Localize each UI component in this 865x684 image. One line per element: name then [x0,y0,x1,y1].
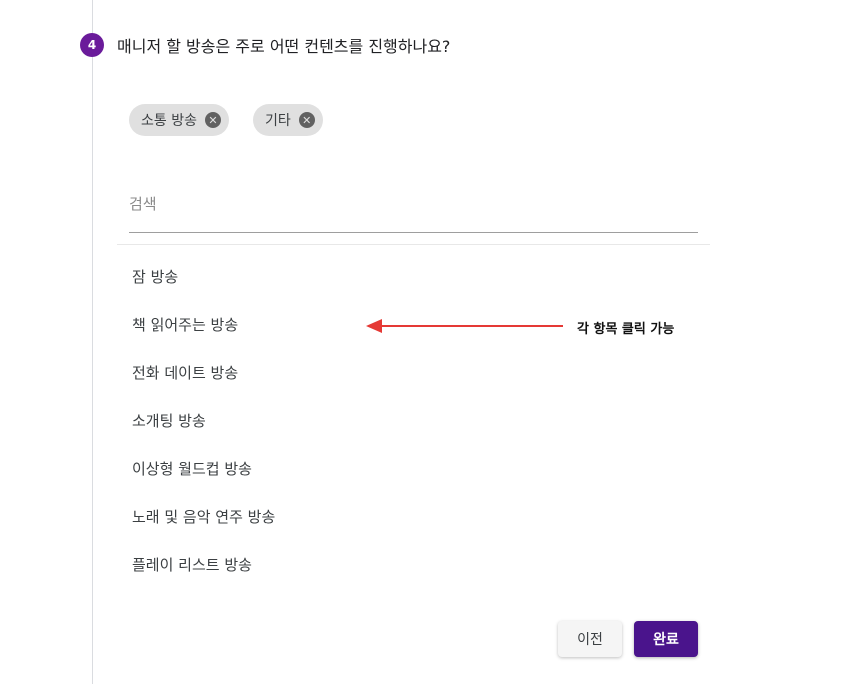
chip-기타: 기타 ✕ [252,104,323,136]
option-item[interactable]: 노래 및 음악 연주 방송 [117,492,710,540]
close-circle-icon[interactable]: ✕ [204,112,221,128]
chip-소통-방송: 소통 방송 ✕ [129,104,229,136]
done-button[interactable]: 완료 [634,621,698,657]
search-input[interactable] [129,186,698,222]
stepper-line-top [92,0,93,36]
option-item[interactable]: 소개팅 방송 [117,396,710,444]
option-item[interactable]: 이상형 월드컵 방송 [117,444,710,492]
step-number-badge: 4 [80,33,104,57]
prev-button[interactable]: 이전 [558,621,622,657]
option-item[interactable]: 전화 데이트 방송 [117,348,710,396]
option-list: 잠 방송 책 읽어주는 방송 전화 데이트 방송 소개팅 방송 이상형 월드컵 … [117,252,710,588]
option-item[interactable]: 잠 방송 [117,252,710,300]
close-circle-icon[interactable]: ✕ [298,112,315,128]
chip-label: 소통 방송 [141,113,197,129]
option-item[interactable]: 플레이 리스트 방송 [117,540,710,588]
annotation-text: 각 항목 클릭 가능 [577,321,675,337]
divider [117,244,710,245]
chip-label: 기타 [264,113,291,129]
annotation-arrow-icon [366,319,563,333]
stepper-line [92,56,93,684]
search-field [129,186,698,233]
question-title: 매니저 할 방송은 주로 어떤 컨텐츠를 진행하나요? [117,37,451,56]
selected-chips: 소통 방송 ✕ 기타 ✕ [129,104,323,136]
